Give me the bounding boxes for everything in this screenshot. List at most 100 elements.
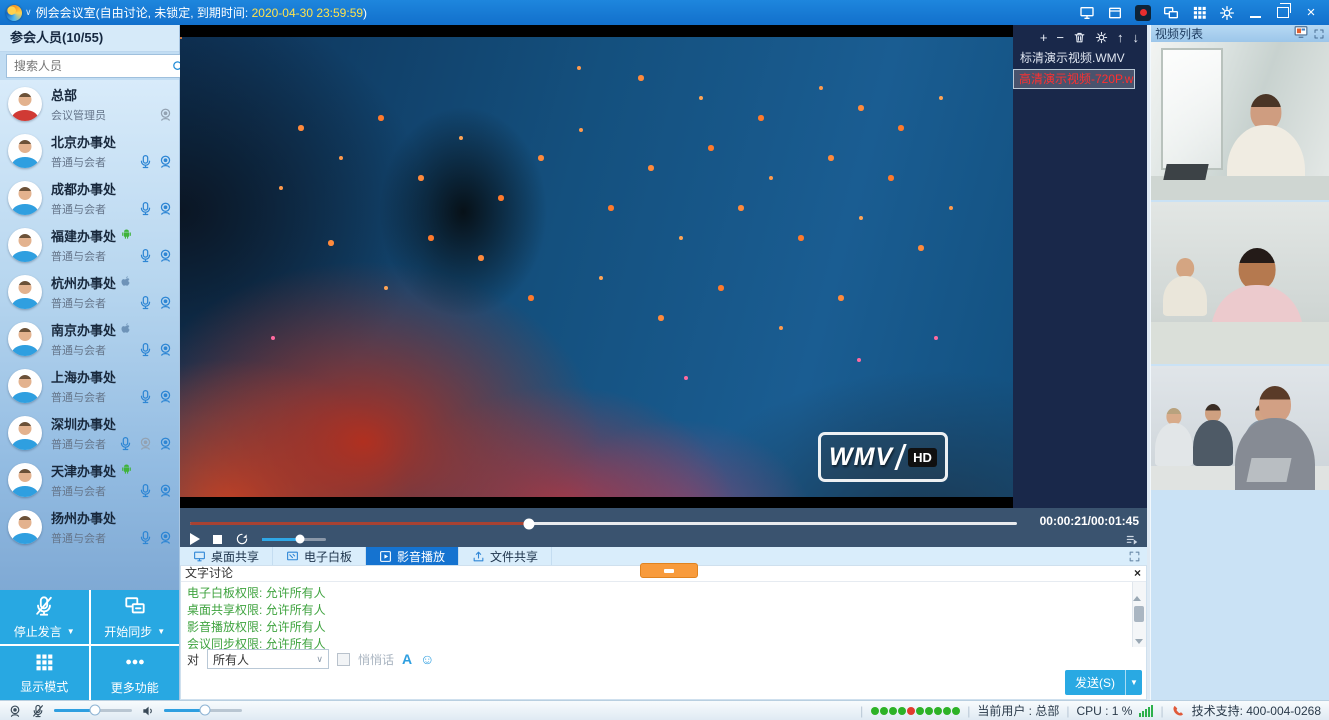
button-label: 停止发言 [14,623,62,640]
send-options-icon[interactable]: ▼ [1125,670,1142,695]
webcam-status-icon[interactable] [8,703,22,718]
whisper-checkbox[interactable] [337,653,350,666]
volume-handle[interactable] [296,535,305,544]
participant-row[interactable]: 天津办事处普通与会者 [0,456,179,503]
maximize-icon[interactable] [1275,5,1291,21]
webcam-icon[interactable] [158,154,173,169]
scroll-up-icon[interactable] [1133,582,1141,601]
scrollbar-thumb[interactable] [1134,606,1144,622]
send-button[interactable]: 发送(S) ▼ [1065,670,1142,695]
move-down-icon[interactable]: ↓ [1133,31,1140,44]
current-user-label: 当前用户 : 总部 [977,702,1059,719]
mic-muted-icon[interactable] [31,703,45,718]
slider-handle[interactable] [199,705,210,716]
close-icon[interactable]: × [1303,5,1319,21]
mic-icon[interactable] [138,342,153,357]
video-thumbnail[interactable] [1151,42,1329,200]
video-thumbnail[interactable] [1151,202,1329,364]
mic-icon[interactable] [138,389,153,404]
video-thumbnail[interactable] [1151,366,1329,490]
screen-share-icon[interactable] [1079,5,1095,21]
start-sync-button[interactable]: 开始同步▼ [91,590,180,644]
minimize-icon[interactable] [1247,5,1263,21]
slider-handle[interactable] [89,705,100,716]
tab-whiteboard[interactable]: 电子白板 [273,547,366,565]
stop-speaking-button[interactable]: 停止发言▼ [0,590,89,644]
sync-screens-icon[interactable] [1163,5,1179,21]
remove-icon[interactable]: − [1056,31,1064,44]
display-mode-icon[interactable] [1191,5,1207,21]
video-wall-icon[interactable] [1294,26,1308,41]
tab-desktop-share[interactable]: 桌面共享 [180,547,273,565]
mic-icon[interactable] [138,201,153,216]
font-button[interactable]: A [402,651,412,667]
mic-icon[interactable] [138,483,153,498]
webcam-icon[interactable] [158,248,173,263]
chevron-down-icon[interactable]: ∨ [25,7,32,18]
participant-row[interactable]: 扬州办事处普通与会者 [0,503,179,550]
hd-badge: HD [908,448,937,467]
webcam-icon[interactable] [158,201,173,216]
playlist-item-selected[interactable]: 高清演示视频-720P.wmv删除 [1013,69,1135,89]
move-up-icon[interactable]: ↑ [1117,31,1124,44]
fullscreen-icon[interactable] [1128,550,1141,563]
mic-icon[interactable] [118,436,133,451]
stop-icon[interactable] [213,535,222,544]
participant-row[interactable]: 总部会议管理员 [0,80,179,127]
play-icon[interactable] [190,533,200,545]
expand-icon[interactable] [1313,27,1325,41]
participant-row[interactable]: 成都办事处普通与会者 [0,174,179,221]
webcam-icon[interactable] [158,295,173,310]
window-icon[interactable] [1107,5,1123,21]
display-mode-button[interactable]: 显示模式 [0,646,89,700]
webcam-icon[interactable] [158,530,173,545]
scroll-down-icon[interactable] [1135,639,1143,644]
trash-icon[interactable] [1073,30,1086,44]
participant-row[interactable]: 南京办事处普通与会者 [0,315,179,362]
seek-handle[interactable] [524,518,535,529]
close-chat-icon[interactable]: × [1134,566,1141,581]
webcam-off-icon[interactable] [138,436,153,451]
tab-media-playback[interactable]: 影音播放 [366,547,459,565]
seek-bar[interactable] [190,522,1017,525]
mic-icon[interactable] [138,248,153,263]
participant-row[interactable]: 杭州办事处普通与会者 [0,268,179,315]
replay-icon[interactable] [235,532,249,547]
participant-row[interactable]: 深圳办事处普通与会者 [0,409,179,456]
webcam-icon[interactable] [158,342,173,357]
participant-row[interactable]: 福建办事处普通与会者 [0,221,179,268]
smiley-icon[interactable]: ☺ [420,651,434,667]
search-input[interactable] [12,58,171,74]
recipient-select[interactable]: 所有人∨ [207,649,329,669]
chat-message: 电子白板权限: 允许所有人 [187,585,1126,602]
chat-input-area[interactable]: 发送(S) ▼ [181,670,1146,699]
playlist-item[interactable]: 标清演示视频.WMV [1013,48,1147,69]
panel-collapse-handle[interactable] [640,563,698,578]
more-functions-button[interactable]: 更多功能 [91,646,180,700]
video-stage[interactable]: WMV HD [180,25,1013,508]
webcam-icon[interactable] [158,389,173,404]
participant-row[interactable]: 上海办事处普通与会者 [0,362,179,409]
app-logo-icon[interactable] [6,5,22,21]
wmv-label: WMV [829,443,893,472]
webcam-icon[interactable] [158,436,173,451]
settings-gear-icon[interactable] [1095,30,1108,44]
person-figure [1163,258,1207,316]
chat-scrollbar[interactable] [1132,582,1146,647]
mic-icon[interactable] [138,530,153,545]
apple-icon [120,275,132,290]
record-icon[interactable] [1135,5,1151,21]
speaker-volume-slider[interactable] [164,709,242,712]
participant-row[interactable]: 北京办事处普通与会者 [0,127,179,174]
speaker-icon[interactable] [141,703,155,718]
webcam-icon[interactable] [158,483,173,498]
tab-file-share[interactable]: 文件共享 [459,547,552,565]
playlist-menu-icon[interactable] [1125,532,1139,547]
mic-volume-slider[interactable] [54,709,132,712]
webcam-off-icon[interactable] [158,107,173,122]
add-icon[interactable]: + [1040,31,1048,44]
settings-gear-icon[interactable] [1219,5,1235,21]
mic-icon[interactable] [138,295,153,310]
mic-icon[interactable] [138,154,153,169]
volume-slider[interactable] [262,538,326,541]
